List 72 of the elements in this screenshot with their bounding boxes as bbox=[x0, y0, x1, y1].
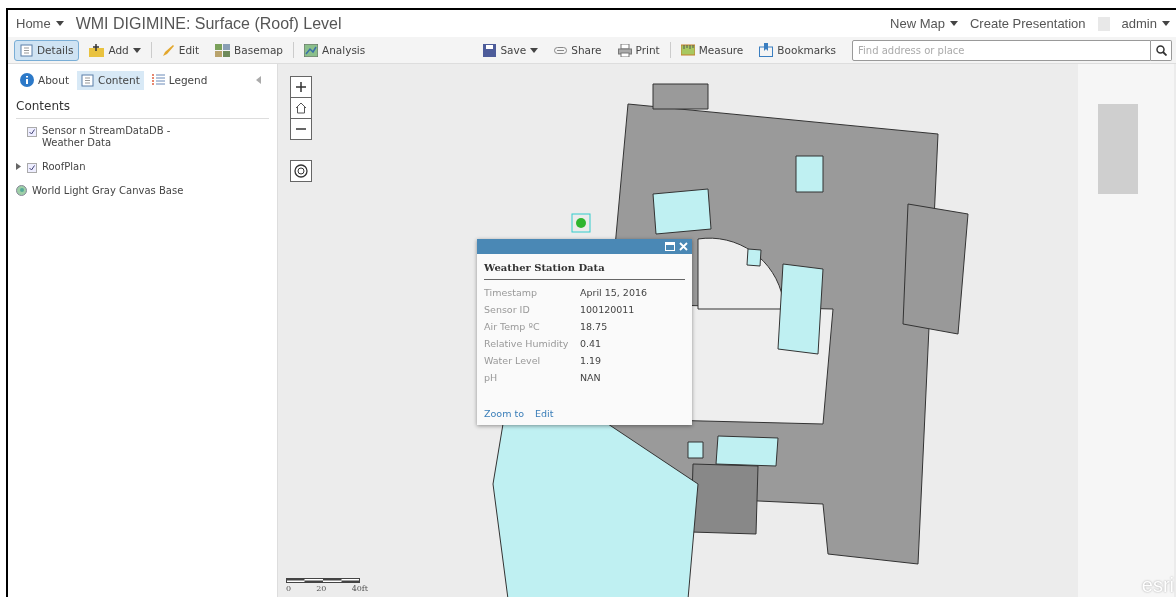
zoom-out-button[interactable] bbox=[290, 118, 312, 140]
field-label: Water Level bbox=[484, 355, 542, 366]
popup-link[interactable]: Edit bbox=[534, 408, 554, 419]
home-menu[interactable]: Home bbox=[16, 16, 64, 31]
bookmark-icon bbox=[759, 43, 774, 57]
field-label: pH bbox=[484, 372, 499, 383]
plus-icon bbox=[296, 82, 306, 92]
grid-icon bbox=[215, 43, 231, 57]
toolbar-button[interactable]: Basemap bbox=[209, 39, 289, 61]
scale-label: 40ft bbox=[351, 584, 368, 593]
toolbar-button[interactable]: Details bbox=[14, 39, 80, 61]
scale-label: 0 bbox=[286, 584, 292, 593]
pencil-icon bbox=[161, 43, 175, 57]
toolbar-button[interactable]: Measure bbox=[674, 39, 750, 61]
folder-plus-icon bbox=[89, 43, 105, 57]
map-title: WMI DIGIMINE: Surface (Roof) Level bbox=[75, 14, 342, 33]
toolbar-button[interactable]: Print bbox=[611, 39, 666, 61]
toolbar-button[interactable]: Edit bbox=[155, 39, 206, 61]
list-icon bbox=[151, 73, 165, 87]
zoom-in-button[interactable] bbox=[290, 76, 312, 98]
layer-name[interactable]: RoofPlan bbox=[42, 161, 212, 173]
panel-tab[interactable]: About bbox=[16, 70, 74, 90]
field-label: Relative Humidity bbox=[484, 338, 570, 349]
toolbar-button[interactable]: Share bbox=[548, 40, 608, 60]
field-value: 0.41 bbox=[580, 338, 602, 349]
toolbar-button[interactable]: Add bbox=[83, 39, 147, 61]
caret-icon bbox=[949, 21, 958, 26]
search-icon bbox=[1155, 44, 1167, 56]
field-label: Sensor ID bbox=[484, 304, 531, 315]
toolbar-button[interactable]: Save bbox=[477, 39, 545, 61]
field-value: NAN bbox=[580, 372, 601, 383]
header-link[interactable]: New Map bbox=[890, 16, 958, 31]
map-icon bbox=[304, 43, 318, 57]
minus-icon bbox=[296, 128, 306, 130]
locate-button[interactable] bbox=[290, 160, 312, 182]
crosshair-icon bbox=[294, 164, 308, 178]
globe-icon bbox=[16, 185, 27, 196]
section-heading: Contents bbox=[16, 90, 269, 119]
panel-tab[interactable]: Legend bbox=[147, 70, 212, 90]
layer-name[interactable]: World Light Gray Canvas Base bbox=[32, 185, 232, 197]
panel-tab[interactable]: Content bbox=[77, 70, 144, 90]
maximize-icon[interactable] bbox=[665, 242, 675, 251]
toolbar-button[interactable]: Analysis bbox=[298, 39, 372, 61]
layer-name[interactable]: Sensor n StreamDataDB - Weather Data bbox=[42, 125, 212, 149]
search-field[interactable]: Find address or place bbox=[852, 39, 1151, 61]
field-label: Timestamp bbox=[484, 287, 539, 298]
field-label: Air Temp ºC bbox=[484, 321, 541, 332]
caret-icon bbox=[1162, 21, 1170, 26]
document-icon bbox=[81, 73, 95, 87]
scale-label: 20 bbox=[316, 584, 327, 593]
field-value: April 15, 2016 bbox=[580, 287, 648, 298]
popup-link[interactable]: Zoom to bbox=[484, 408, 524, 419]
field-value: 100120011 bbox=[580, 304, 635, 315]
home-icon bbox=[295, 102, 307, 114]
header-link[interactable]: Create Presentation bbox=[969, 16, 1086, 31]
link-icon bbox=[554, 46, 568, 54]
expand-icon[interactable] bbox=[16, 163, 21, 170]
toolbar-button[interactable]: Bookmarks bbox=[753, 39, 842, 61]
home-button[interactable] bbox=[290, 97, 312, 119]
field-value: 1.19 bbox=[580, 355, 602, 366]
ruler-icon bbox=[680, 43, 695, 57]
info-icon bbox=[20, 73, 34, 87]
user-menu[interactable]: admin bbox=[1121, 16, 1170, 31]
printer-icon bbox=[617, 43, 632, 57]
search-button[interactable] bbox=[1151, 39, 1172, 61]
document-icon bbox=[20, 43, 33, 57]
layer-checkbox[interactable] bbox=[27, 127, 37, 137]
caret-icon bbox=[55, 21, 64, 26]
close-icon[interactable] bbox=[679, 242, 688, 251]
layer-checkbox[interactable] bbox=[27, 163, 37, 173]
field-value: 18.75 bbox=[580, 321, 608, 332]
popup-title: Weather Station Data bbox=[484, 262, 685, 280]
